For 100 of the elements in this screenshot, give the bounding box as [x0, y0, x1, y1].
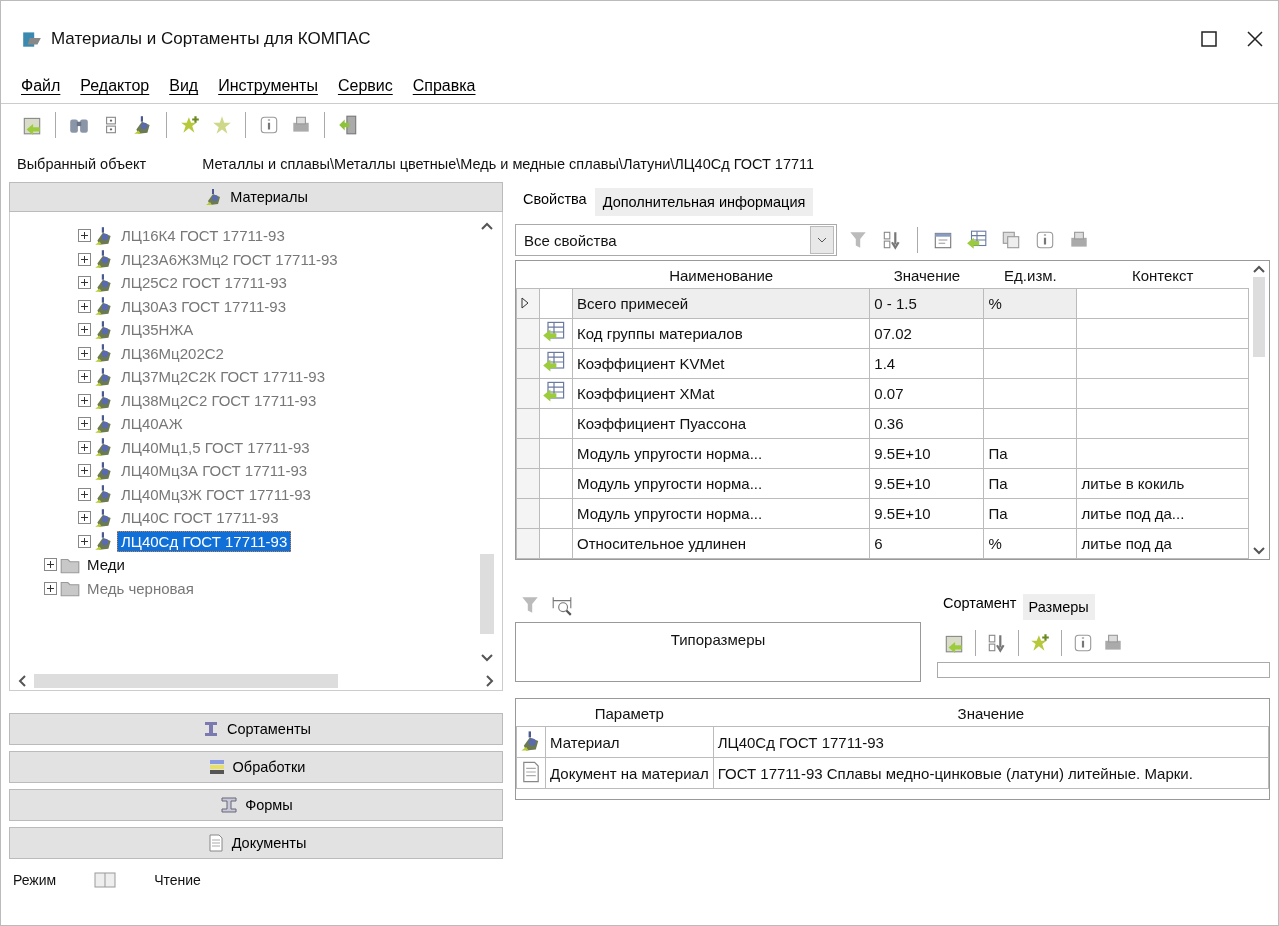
tree-item[interactable]: ЛЦ40АЖ: [117, 413, 187, 435]
table-cell: 0 - 1.5: [869, 288, 984, 319]
tree-item[interactable]: ЛЦ40С ГОСТ 17711-93: [117, 507, 283, 529]
table-cell: %: [984, 528, 1077, 559]
tree-item[interactable]: ЛЦ36Мц202С2: [117, 342, 228, 364]
table-cell: Относительное удлинен: [572, 528, 870, 559]
menu-item[interactable]: Справка: [412, 75, 476, 97]
status-value: Чтение: [154, 872, 201, 888]
star-plus-icon: [1029, 632, 1051, 654]
column-header[interactable]: Ед.изм.: [984, 261, 1077, 289]
nav-button[interactable]: Формы: [9, 789, 503, 821]
expand-icon[interactable]: [78, 252, 91, 266]
scrollbar-thumb[interactable]: [1253, 277, 1265, 357]
table-cell: Всего примесей: [572, 288, 870, 319]
materials-header[interactable]: Материалы: [9, 182, 503, 212]
table-cell: 9.5E+10: [869, 438, 984, 469]
column-header[interactable]: Значение: [869, 261, 984, 289]
column-header[interactable]: Контекст: [1076, 261, 1249, 289]
star-plus-icon: [179, 114, 201, 136]
menu-item[interactable]: Редактор: [80, 75, 150, 97]
table-cell: Документ на материал: [545, 757, 714, 789]
exit-icon: [337, 114, 359, 136]
tree-item[interactable]: ЛЦ16К4 ГОСТ 17711-93: [117, 225, 289, 247]
column-header[interactable]: Наименование: [572, 261, 870, 289]
tree-item[interactable]: ЛЦ40Мц1,5 ГОСТ 17711-93: [117, 436, 314, 458]
i-beam-icon: [219, 795, 240, 815]
scrollbar-thumb[interactable]: [34, 674, 338, 688]
table-cell: 9.5E+10: [869, 498, 984, 529]
expand-icon[interactable]: [78, 370, 91, 384]
table-cell: 9.5E+10: [869, 468, 984, 499]
table-cell: 0.36: [869, 408, 984, 439]
menu-item[interactable]: Инструменты: [218, 75, 318, 97]
tree-item[interactable]: ЛЦ37Мц2С2К ГОСТ 17711-93: [117, 366, 330, 388]
tree-item[interactable]: ЛЦ38Мц2С2 ГОСТ 17711-93: [117, 389, 321, 411]
nav-button[interactable]: Обработки: [9, 751, 503, 783]
table-cell: ГОСТ 17711-93 Сплавы медно-цинковые (латуни) литейные. Марки.: [713, 757, 1269, 789]
table-cell: Модуль упругости норма...: [572, 468, 870, 499]
table-cell: Коэффициент KVMet: [572, 348, 870, 379]
close-icon: [1247, 31, 1263, 47]
copy-icon: [1000, 229, 1022, 251]
menu-item[interactable]: Файл: [21, 75, 61, 97]
menu-item[interactable]: Вид: [169, 75, 199, 97]
dimension-icon[interactable]: [551, 594, 573, 616]
table-icon: [966, 229, 988, 251]
tree-item[interactable]: ЛЦ30А3 ГОСТ 17711-93: [117, 295, 291, 317]
properties-dropdown[interactable]: Все свойства: [515, 224, 837, 256]
column-header[interactable]: Параметр: [545, 699, 714, 727]
expand-icon[interactable]: [78, 534, 91, 548]
nav-button[interactable]: Сортаменты: [9, 713, 503, 745]
tab[interactable]: Дополнительная информация: [594, 188, 814, 216]
scroll-right-icon[interactable]: [486, 675, 494, 687]
table-cell: Материал: [545, 726, 714, 758]
book-icon: [94, 871, 117, 889]
expand-icon[interactable]: [44, 581, 57, 595]
expand-icon[interactable]: [78, 440, 91, 454]
table-cell: 6: [869, 528, 984, 559]
table-cell: Коэффициент Пуассона: [572, 408, 870, 439]
sizes-panel: Типоразмеры: [515, 622, 921, 682]
expand-icon[interactable]: [78, 464, 91, 478]
table-cell: Па: [984, 498, 1077, 529]
tree-item[interactable]: ЛЦ25С2 ГОСТ 17711-93: [117, 272, 291, 294]
scroll-up-icon[interactable]: [481, 222, 493, 230]
column-header[interactable]: Значение: [713, 699, 1269, 727]
expand-icon[interactable]: [78, 276, 91, 290]
selected-object-label: Выбранный объект: [17, 156, 147, 172]
scroll-down-icon[interactable]: [481, 654, 493, 662]
tree-item[interactable]: Меди: [83, 554, 129, 576]
expand-icon[interactable]: [78, 299, 91, 313]
expand-icon[interactable]: [44, 558, 57, 572]
tree-item[interactable]: ЛЦ23А6Ж3Мц2 ГОСТ 17711-93: [117, 248, 342, 270]
tree-item[interactable]: ЛЦ35НЖА: [117, 319, 198, 341]
table-cell: Коэффициент XMat: [572, 378, 870, 409]
nav-button[interactable]: Документы: [9, 827, 503, 859]
expand-icon[interactable]: [78, 417, 91, 431]
table-arrow-icon: [542, 350, 566, 374]
table-cell: Па: [984, 468, 1077, 499]
tree-item[interactable]: ЛЦ40Сд ГОСТ 17711-93: [117, 530, 292, 552]
table-cell: ЛЦ40Сд ГОСТ 17711-93: [713, 726, 1269, 758]
expand-icon[interactable]: [78, 346, 91, 360]
tree-item[interactable]: Медь черновая: [83, 577, 198, 599]
table-cell: 07.02: [869, 318, 984, 349]
scroll-left-icon[interactable]: [18, 675, 26, 687]
expand-icon[interactable]: [78, 323, 91, 337]
expand-icon[interactable]: [78, 511, 91, 525]
caret-down-icon: [817, 237, 827, 243]
table-cell: литье под да: [1076, 528, 1249, 559]
table-cell: 1.4: [869, 348, 984, 379]
table-cell: Па: [984, 438, 1077, 469]
menu-item[interactable]: Сервис: [337, 75, 393, 97]
expand-icon[interactable]: [78, 229, 91, 243]
scrollbar-thumb[interactable]: [480, 554, 494, 634]
tree-item[interactable]: ЛЦ40Мц3А ГОСТ 17711-93: [117, 460, 312, 482]
scroll-down-icon[interactable]: [1253, 547, 1265, 555]
tab[interactable]: Размеры: [1022, 594, 1095, 620]
expand-icon[interactable]: [78, 393, 91, 407]
table-arrow-icon: [542, 320, 566, 344]
maximize-icon: [1201, 31, 1217, 47]
tree-item[interactable]: ЛЦ40Мц3Ж ГОСТ 17711-93: [117, 483, 315, 505]
expand-icon[interactable]: [78, 487, 91, 501]
scroll-up-icon[interactable]: [1253, 265, 1265, 273]
